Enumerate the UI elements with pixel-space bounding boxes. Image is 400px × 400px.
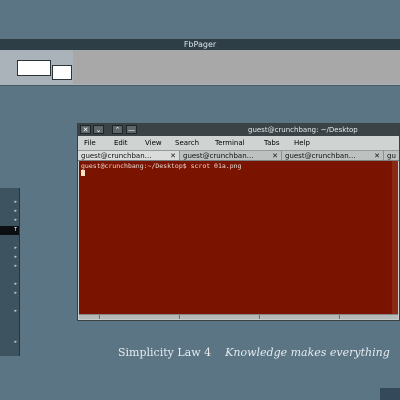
close-icon[interactable]: ✕ xyxy=(170,151,176,160)
menu-item[interactable]: ▸ xyxy=(0,198,19,207)
pager-desktop-3[interactable] xyxy=(146,50,220,84)
text-cursor xyxy=(81,170,85,176)
side-menu: ▸ ▸ ▸ ▸ T ▸ ▸ ▸ ▸ ▸ ▸ ▸ xyxy=(0,188,20,356)
menu-item[interactable]: ▸ xyxy=(0,280,19,289)
pager-desktop-6[interactable] xyxy=(365,50,400,84)
close-icon[interactable]: ✕ xyxy=(374,151,380,160)
menu-item[interactable]: ▸ xyxy=(0,253,19,262)
menu-item[interactable]: ▸ xyxy=(0,207,19,216)
menu-help[interactable]: Help xyxy=(294,136,310,150)
menu-search[interactable]: Search xyxy=(175,136,199,150)
menu-view[interactable]: View xyxy=(145,136,162,150)
slogan-rest: Knowledge makes everything xyxy=(225,346,390,359)
menu-item[interactable]: ▸ xyxy=(0,216,19,225)
minimize-icon[interactable]: ⌄ xyxy=(93,125,104,134)
tab-2[interactable]: guest@crunchban… ✕ xyxy=(180,151,282,160)
menu-item-selected[interactable]: T xyxy=(0,226,19,235)
tab-label: guest@crunchban… xyxy=(81,152,152,160)
horizontal-scrollbar[interactable] xyxy=(79,314,398,319)
tray-corner xyxy=(380,388,400,400)
terminal-output[interactable]: guest@crunchbang:~/Desktop$ scrot 01a.pn… xyxy=(79,161,398,314)
wallpaper-slogan: Simplicity Law 4 Knowledge makes everythi… xyxy=(118,346,400,359)
scroll-tick xyxy=(99,315,100,319)
pager xyxy=(0,50,400,86)
title-bar[interactable]: ✕ ⌄ ⌃ — guest@crunchbang: ~/Desktop xyxy=(78,124,399,136)
vertical-scrollbar[interactable] xyxy=(392,161,398,314)
maximize-icon[interactable]: ⌃ xyxy=(112,125,123,134)
tab-3[interactable]: guest@crunchban… ✕ xyxy=(282,151,384,160)
menu-item[interactable]: ▸ xyxy=(0,338,19,347)
pager-desktop-2[interactable] xyxy=(73,50,147,84)
menu-terminal[interactable]: Terminal xyxy=(215,136,245,150)
menu-item[interactable]: ▸ xyxy=(0,244,19,253)
menu-item[interactable]: ▸ xyxy=(0,262,19,271)
menu-edit[interactable]: Edit xyxy=(114,136,128,150)
tab-4[interactable]: gu xyxy=(384,151,399,160)
close-icon[interactable]: ✕ xyxy=(272,151,278,160)
menu-bar: File Edit View Search Terminal Tabs Help xyxy=(78,136,399,150)
close-icon[interactable]: ✕ xyxy=(80,125,91,134)
window-title: guest@crunchbang: ~/Desktop xyxy=(248,126,358,134)
pager-desktop-5[interactable] xyxy=(292,50,366,84)
menu-item[interactable]: ▸ xyxy=(0,289,19,298)
terminal-window: ✕ ⌄ ⌃ — guest@crunchbang: ~/Desktop File… xyxy=(77,123,400,321)
pager-desktop-4[interactable] xyxy=(219,50,293,84)
menu-item[interactable]: ▸ xyxy=(0,307,19,316)
slogan-lead: Simplicity Law 4 xyxy=(118,346,212,359)
scroll-tick xyxy=(339,315,340,319)
pager-window[interactable] xyxy=(52,65,72,80)
scroll-tick xyxy=(259,315,260,319)
tab-label: gu xyxy=(387,152,396,160)
tab-label: guest@crunchban… xyxy=(183,152,254,160)
tab-bar: guest@crunchban… ✕ guest@crunchban… ✕ gu… xyxy=(78,150,399,161)
prompt-line: guest@crunchbang:~/Desktop$ scrot 01a.pn… xyxy=(81,162,242,170)
tab-1[interactable]: guest@crunchban… ✕ xyxy=(78,151,180,160)
shade-icon[interactable]: — xyxy=(126,125,137,134)
menu-file[interactable]: File xyxy=(84,136,96,150)
scroll-tick xyxy=(179,315,180,319)
pager-desktop-1[interactable] xyxy=(0,50,74,84)
tab-label: guest@crunchban… xyxy=(285,152,356,160)
menu-tabs[interactable]: Tabs xyxy=(264,136,280,150)
pager-window[interactable] xyxy=(17,60,51,76)
